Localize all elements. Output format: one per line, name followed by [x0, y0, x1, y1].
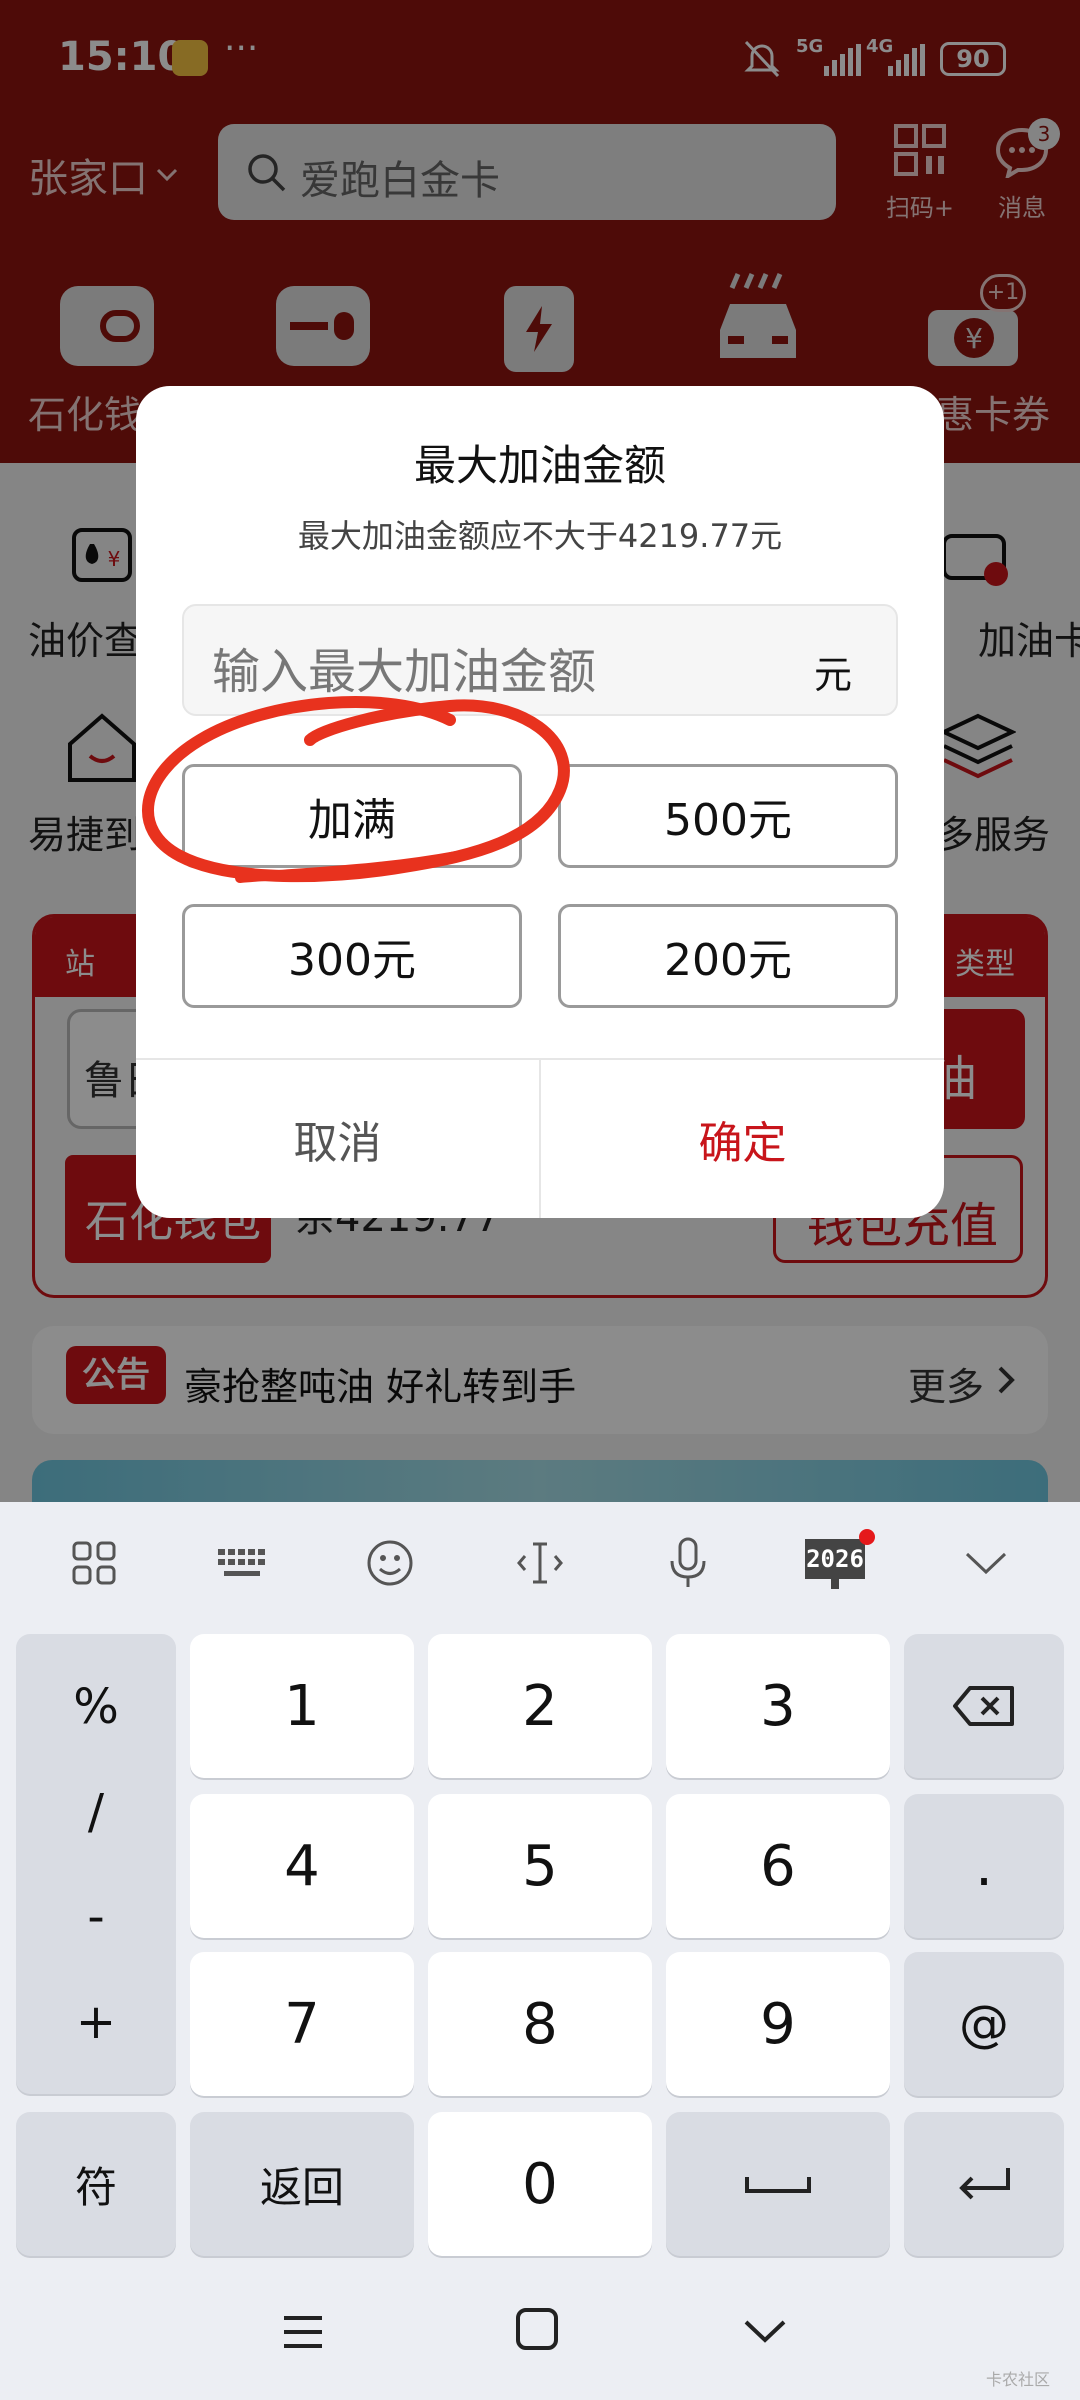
keyboard-icon[interactable]: [202, 1528, 282, 1598]
cursor-icon[interactable]: [500, 1528, 580, 1598]
key-8[interactable]: 8: [428, 1952, 652, 2096]
symbol-column[interactable]: % / - +: [16, 1634, 176, 2094]
backspace-key[interactable]: [904, 1634, 1064, 1778]
back-key[interactable]: 返回: [190, 2112, 414, 2256]
cancel-button[interactable]: 取消: [136, 1060, 539, 1218]
amount-unit: 元: [813, 653, 852, 697]
watermark: 卡农社区: [986, 2370, 1051, 2389]
key-5[interactable]: 5: [428, 1794, 652, 1938]
new-badge-dot: [859, 1529, 875, 1545]
home-nav-icon[interactable]: [514, 2306, 560, 2356]
dialog-title: 最大加油金额: [413, 441, 666, 490]
menu-nav-icon[interactable]: [280, 2312, 326, 2356]
emoji-icon[interactable]: [350, 1528, 430, 1598]
key-plus[interactable]: +: [76, 1994, 116, 2050]
calendar-year-label: 2026: [805, 1539, 865, 1579]
key-9[interactable]: 9: [666, 1952, 890, 2096]
enter-icon: [959, 2168, 1010, 2200]
key-2[interactable]: 2: [428, 1634, 652, 1778]
confirm-button[interactable]: 确定: [541, 1060, 944, 1218]
preset-200[interactable]: 200元: [558, 904, 898, 1008]
key-7[interactable]: 7: [190, 1952, 414, 2096]
key-6[interactable]: 6: [666, 1794, 890, 1938]
key-3[interactable]: 3: [666, 1634, 890, 1778]
key-4[interactable]: 4: [190, 1794, 414, 1938]
space-key[interactable]: [666, 2112, 890, 2256]
key-0[interactable]: 0: [428, 2112, 652, 2256]
key-percent[interactable]: %: [73, 1679, 119, 1735]
enter-key[interactable]: [904, 2112, 1064, 2256]
apps-grid-icon[interactable]: [54, 1528, 134, 1598]
space-icon: [745, 2177, 811, 2193]
collapse-icon[interactable]: [946, 1528, 1026, 1598]
symbols-key[interactable]: 符: [16, 2112, 176, 2256]
key-slash[interactable]: /: [88, 1784, 104, 1840]
key-minus[interactable]: -: [87, 1889, 104, 1945]
annotation-circle-icon: [142, 695, 570, 883]
mic-icon[interactable]: [648, 1528, 728, 1598]
calendar-2026-icon[interactable]: 2026: [796, 1528, 876, 1598]
key-dot[interactable]: .: [904, 1794, 1064, 1938]
key-at[interactable]: @: [904, 1952, 1064, 2096]
key-1[interactable]: 1: [190, 1634, 414, 1778]
preset-500[interactable]: 500元: [558, 764, 898, 868]
back-nav-icon[interactable]: [742, 2316, 788, 2350]
backspace-icon: [953, 1686, 1014, 1726]
dialog-subtitle: 最大加油金额应不大于4219.77元: [297, 517, 783, 555]
